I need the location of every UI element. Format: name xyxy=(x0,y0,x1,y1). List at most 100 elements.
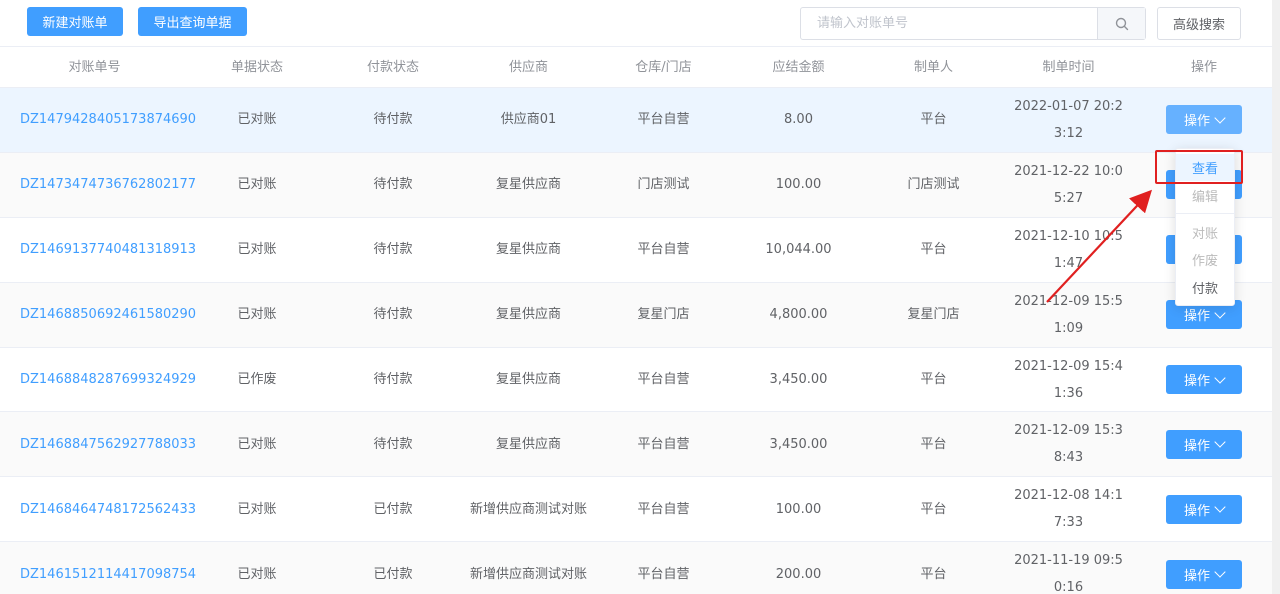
operation-button[interactable]: 操作 xyxy=(1166,105,1242,135)
table-body: DZ1479428405173874690 已对账 待付款 供应商01 平台自营 8.00… xyxy=(0,88,1272,594)
col-header-status: 单据状态 xyxy=(230,59,283,75)
table-row: DZ1461512114417098754 已对账 已付款 新增供应商测试对账 平台自营… xyxy=(0,542,1272,594)
table-row: DZ1469137740481318913 已对账 待付款 复星供应商 平台自营 10,0… xyxy=(0,218,1272,283)
cell-code[interactable]: DZ1468850692461580290 xyxy=(0,283,196,347)
cell-supplier: 复星供应商 xyxy=(495,177,561,193)
operation-label: 操作 xyxy=(1183,309,1210,325)
cell-creator: 平台 xyxy=(920,372,947,387)
chevron-down-icon xyxy=(1214,501,1226,513)
cell-supplier: 新增供应商测试对账 xyxy=(469,501,587,517)
cell-amount: 100.00 xyxy=(775,177,822,193)
cell-code[interactable]: DZ1468464748172562433 xyxy=(0,477,196,541)
cell-operation: 操作 xyxy=(1136,412,1272,476)
dropdown-item-reconcile[interactable]: 对账 xyxy=(1176,219,1234,246)
table-row: DZ1479428405173874690 已对账 待付款 供应商01 平台自营 8.00… xyxy=(0,88,1272,153)
operation-label: 操作 xyxy=(1183,438,1210,454)
cell-operation: 操作 xyxy=(1136,348,1272,412)
cell-time: 2022-01-07 20:23:12 xyxy=(1001,88,1136,152)
cell-status: 已对账 xyxy=(237,177,277,193)
table-row: DZ1468848287699324929 已作废 待付款 复星供应商 平台自营 3,45… xyxy=(0,348,1272,413)
time-text: 2021-12-10 10:51:47 xyxy=(1014,228,1123,271)
cell-code[interactable]: DZ1479428405173874690 xyxy=(0,88,196,152)
cell-store: 平台自营 xyxy=(637,436,690,452)
operation-button[interactable]: 操作 xyxy=(1166,365,1242,394)
search-input[interactable] xyxy=(801,8,1098,39)
cell-operation: 操作 xyxy=(1136,88,1272,152)
cell-amount: 4,800.00 xyxy=(769,307,828,323)
cell-pay-status: 已付款 xyxy=(373,501,413,517)
cell-time: 2021-12-09 15:41:36 xyxy=(1001,348,1136,412)
cell-time: 2021-12-09 15:51:09 xyxy=(1001,283,1136,347)
cell-status: 已对账 xyxy=(237,112,277,128)
dropdown-item-edit[interactable]: 编辑 xyxy=(1176,182,1234,209)
cell-status: 已对账 xyxy=(237,566,277,582)
col-header-op: 操作 xyxy=(1190,59,1217,75)
cell-time: 2021-12-08 14:17:33 xyxy=(1001,477,1136,541)
search-icon xyxy=(1115,17,1128,30)
cell-operation: 操作 xyxy=(1136,542,1272,594)
cell-store: 门店测试 xyxy=(637,177,690,193)
cell-amount: 3,450.00 xyxy=(769,372,828,387)
cell-code[interactable]: DZ1468847562927788033 xyxy=(0,412,196,476)
operation-label: 操作 xyxy=(1183,568,1210,584)
cell-creator: 平台 xyxy=(920,436,947,452)
cell-creator: 平台 xyxy=(920,242,947,258)
cell-supplier: 复星供应商 xyxy=(495,307,561,323)
cell-store: 平台自营 xyxy=(637,566,690,582)
cell-store: 平台自营 xyxy=(637,242,690,258)
cell-code[interactable]: DZ1473474736762802177 xyxy=(0,153,196,217)
cell-time: 2021-12-09 15:38:43 xyxy=(1001,412,1136,476)
cell-supplier: 复星供应商 xyxy=(495,242,561,258)
cell-store: 平台自营 xyxy=(637,112,690,128)
cell-amount: 8.00 xyxy=(784,112,813,128)
cell-amount: 3,450.00 xyxy=(769,436,828,452)
dropdown-divider xyxy=(1176,213,1234,214)
dropdown-item-view[interactable]: 查看 xyxy=(1176,154,1234,181)
cell-store: 平台自营 xyxy=(637,501,690,517)
operation-label: 操作 xyxy=(1183,503,1210,519)
toolbar: 新建对账单 导出查询单据 高级搜索 xyxy=(0,0,1280,46)
search-box xyxy=(800,7,1146,40)
chevron-down-icon xyxy=(1214,371,1226,384)
advanced-search-button[interactable]: 高级搜索 xyxy=(1157,7,1241,40)
cell-code[interactable]: DZ1468848287699324929 xyxy=(0,348,196,412)
cell-pay-status: 待付款 xyxy=(373,436,413,452)
dropdown-item-pay[interactable]: 付款 xyxy=(1176,274,1234,301)
operation-button[interactable]: 操作 xyxy=(1166,494,1242,524)
cell-pay-status: 已付款 xyxy=(373,566,413,582)
cell-status: 已对账 xyxy=(237,436,277,452)
cell-store: 复星门店 xyxy=(637,307,690,323)
operation-button[interactable]: 操作 xyxy=(1166,559,1242,589)
cell-creator: 平台 xyxy=(920,501,947,517)
vertical-scrollbar[interactable] xyxy=(1272,0,1280,594)
dropdown-item-void[interactable]: 作废 xyxy=(1176,246,1234,273)
cell-time: 2021-11-19 09:50:16 xyxy=(1001,542,1136,594)
cell-code[interactable]: DZ1461512114417098754 xyxy=(0,542,196,594)
time-text: 2022-01-07 20:23:12 xyxy=(1014,98,1123,141)
cell-pay-status: 待付款 xyxy=(373,242,413,258)
time-text: 2021-12-09 15:51:09 xyxy=(1014,293,1123,336)
cell-code[interactable]: DZ1469137740481318913 xyxy=(0,218,196,282)
table-row: DZ1473474736762802177 已对账 待付款 复星供应商 门店测试 100.… xyxy=(0,152,1272,218)
cell-pay-status: 待付款 xyxy=(373,177,413,193)
cell-supplier: 复星供应商 xyxy=(495,436,561,452)
statement-table: 对账单号 单据状态 付款状态 供应商 仓库/门店 应结金额 制单人 制单时间 操… xyxy=(0,46,1272,594)
cell-operation: 操作 xyxy=(1136,477,1272,541)
operation-label: 操作 xyxy=(1183,374,1210,389)
col-header-pay: 付款状态 xyxy=(366,59,419,75)
cell-status: 已对账 xyxy=(237,501,277,517)
operation-label: 操作 xyxy=(1183,114,1210,130)
new-statement-button[interactable]: 新建对账单 xyxy=(27,7,123,36)
table-row: DZ1468850692461580290 已对账 待付款 复星供应商 复星门店 4,80… xyxy=(0,282,1272,348)
export-button[interactable]: 导出查询单据 xyxy=(138,7,247,36)
chevron-down-icon xyxy=(1214,112,1226,124)
col-header-supplier: 供应商 xyxy=(508,59,548,75)
time-text: 2021-12-08 14:17:33 xyxy=(1014,488,1123,531)
cell-amount: 200.00 xyxy=(775,566,822,582)
cell-amount: 100.00 xyxy=(775,501,822,517)
operation-button[interactable]: 操作 xyxy=(1166,429,1242,459)
cell-status: 已作废 xyxy=(237,372,277,387)
operation-dropdown: 查看 编辑 对账 作废 付款 xyxy=(1175,148,1235,306)
search-button[interactable] xyxy=(1097,8,1145,39)
col-header-time: 制单时间 xyxy=(1042,59,1095,75)
